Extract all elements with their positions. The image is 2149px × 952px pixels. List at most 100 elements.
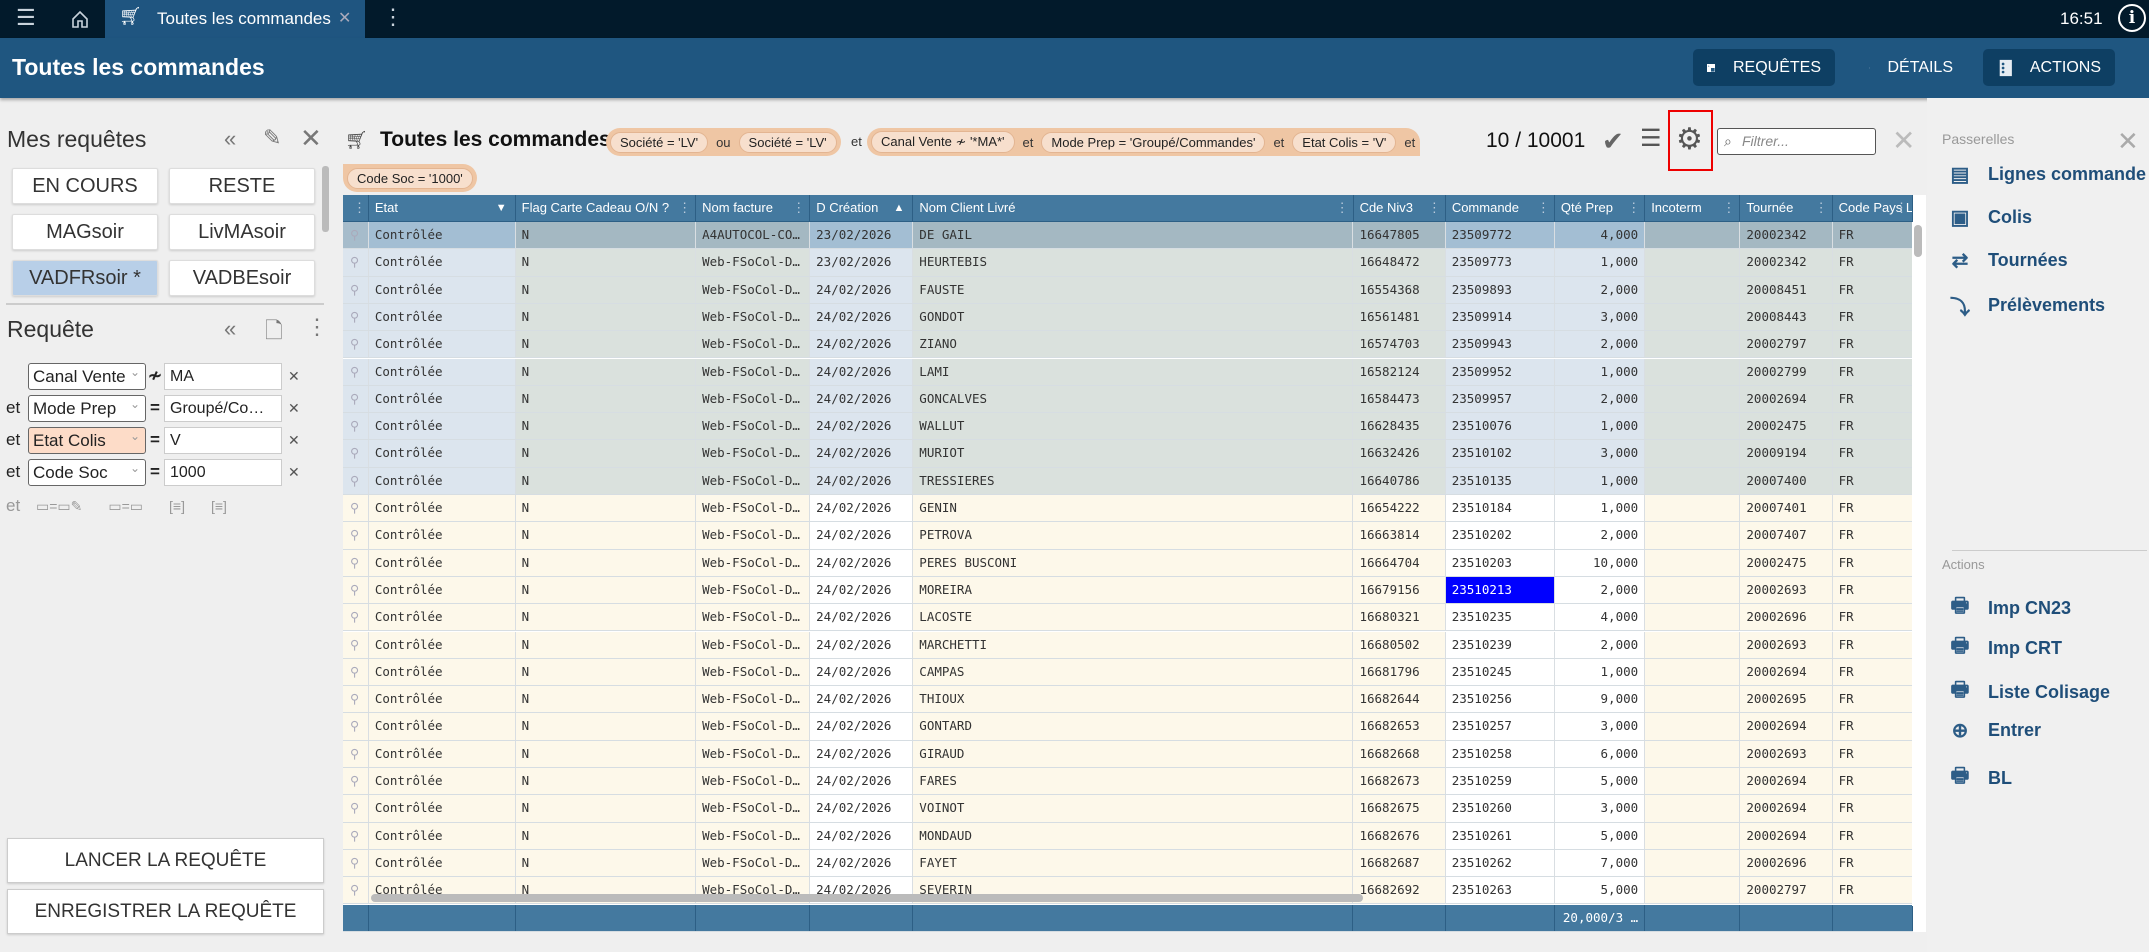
vertical-scroll-thumb[interactable] (1914, 225, 1922, 257)
filter-chip[interactable]: Canal Vente ≁ '*MA*' (871, 131, 1015, 153)
table-row[interactable]: ⚲ Contrôlée N Web-FSoCol-D… 24/02/2026 FAYET 1… (343, 849, 1913, 878)
home-icon[interactable] (70, 9, 90, 29)
criterion-operator[interactable]: = (146, 462, 164, 482)
table-row[interactable]: ⚲ Contrôlée N A4AUTOCOL-CO… 23/02/2026 DE GAI… (343, 222, 1913, 250)
column-options-icon[interactable]: ⋮ (1722, 195, 1735, 221)
pin-icon[interactable]: ⚲ (343, 358, 369, 385)
table-row[interactable]: ⚲ Contrôlée N Web-FSoCol-D… 24/02/2026 LACOST… (343, 604, 1913, 632)
add-criterion-value-icon[interactable]: ▭=▭✎ (36, 498, 82, 515)
add-criterion-field-icon[interactable]: ▭=▭ (108, 498, 143, 515)
saved-query-magsoir[interactable]: MAGsoir (12, 214, 158, 250)
filter-chip[interactable]: Société = 'LV' (610, 131, 709, 153)
table-row[interactable]: ⚲ Contrôlée N Web-FSoCol-D… 24/02/2026 MARCHE… (343, 631, 1913, 659)
more-options-icon[interactable]: ⋮ (306, 314, 328, 340)
criterion-field-select[interactable]: Code Soc (28, 456, 146, 486)
sort-desc-icon[interactable]: ▼ (496, 195, 507, 221)
table-row[interactable]: ⚲ Contrôlée N Web-FSoCol-D… 24/02/2026 LAMI 16… (343, 358, 1913, 386)
actions-button[interactable]: ACTIONS (1983, 49, 2115, 86)
edit-icon[interactable]: ✎ (263, 125, 281, 151)
close-icon[interactable]: ✕ (300, 123, 322, 154)
action-entrer[interactable]: ⊕ Entrer (1946, 718, 2041, 743)
table-row[interactable]: ⚲ Contrôlée N Web-FSoCol-D… 24/02/2026 GIRAUD… (343, 740, 1913, 768)
pin-icon[interactable]: ⚲ (343, 713, 369, 740)
pin-icon[interactable]: ⚲ (343, 604, 369, 631)
pin-icon[interactable]: ⚲ (343, 495, 369, 522)
table-row[interactable]: ⚲ Contrôlée N Web-FSoCol-D… 23/02/2026 HEURTE… (343, 249, 1913, 277)
criterion-operator[interactable]: = (146, 398, 164, 418)
saved-query-vadfrsoir[interactable]: VADFRsoir * (12, 260, 158, 296)
saved-query-en-cours[interactable]: EN COURS (12, 168, 158, 204)
filter-chip[interactable]: Société = 'LV' (738, 131, 837, 153)
column-header[interactable]: Flag Carte Cadeau O/N ? ⋮ (516, 195, 697, 221)
link-prelevements[interactable]: ⤵ Prélèvements (1946, 291, 2105, 320)
table-row[interactable]: ⚲ Contrôlée N Web-FSoCol-D… 24/02/2026 FARES 1… (343, 768, 1913, 796)
table-row[interactable]: ⚲ Contrôlée N Web-FSoCol-D… 24/02/2026 GONCAL… (343, 385, 1913, 414)
column-options-icon[interactable]: ⋮ (792, 195, 805, 221)
action-imp-cn23[interactable]: 🖶 Imp CN23 (1946, 591, 2071, 625)
pin-icon[interactable]: ⚲ (343, 795, 369, 822)
table-row[interactable]: ⚲ Contrôlée N Web-FSoCol-D… 24/02/2026 MURIOT… (343, 440, 1913, 468)
pin-icon[interactable]: ⚲ (343, 549, 369, 576)
clear-filter-icon[interactable]: ✕ (1892, 124, 1915, 157)
pin-icon[interactable]: ⚲ (343, 249, 369, 276)
vertical-scrollbar[interactable] (1912, 222, 1926, 906)
criterion-operator[interactable]: ≁ (146, 366, 164, 386)
table-row[interactable]: ⚲ Contrôlée N Web-FSoCol-D… 24/02/2026 TRESSI… (343, 467, 1913, 495)
pin-icon[interactable]: ⚲ (343, 822, 369, 849)
column-options-icon[interactable]: ⋮ (1428, 195, 1441, 221)
column-header[interactable]: Tournée ⋮ (1740, 195, 1833, 221)
criterion-value-input[interactable]: 1000 (164, 458, 282, 486)
criterion-value-select[interactable]: Groupé/Co… (164, 394, 282, 422)
pin-icon[interactable]: ⚲ (343, 385, 369, 413)
table-row[interactable]: ⚲ Contrôlée N Web-FSoCol-D… 24/02/2026 PETROV… (343, 522, 1913, 550)
pin-icon[interactable]: ⚲ (343, 849, 369, 877)
saved-queries-scrollbar[interactable] (322, 166, 329, 232)
column-header[interactable]: D Création ▲ (810, 195, 914, 221)
table-row[interactable]: ⚲ Contrôlée N Web-FSoCol-D… 24/02/2026 FAUSTE… (343, 276, 1913, 304)
pin-icon[interactable]: ⚲ (343, 467, 369, 494)
table-row[interactable]: ⚲ Contrôlée N Web-FSoCol-D… 24/02/2026 MONDAU… (343, 822, 1913, 850)
criterion-field-select[interactable]: Etat Colis (28, 424, 146, 454)
pin-icon[interactable]: ⚲ (343, 440, 369, 467)
remove-criterion-icon[interactable]: ✕ (288, 464, 300, 481)
details-button[interactable]: i DÉTAILS (1855, 49, 1967, 86)
select-all-check-icon[interactable]: ✔ (1602, 126, 1624, 157)
link-tournees[interactable]: ⇄ Tournées (1946, 248, 2068, 273)
table-row[interactable]: ⚲ Contrôlée N Web-FSoCol-D… 24/02/2026 MOREIR… (343, 576, 1913, 605)
column-header[interactable]: Commande ⋮ (1446, 195, 1555, 221)
kebab-menu-icon[interactable]: ⋮ (382, 4, 404, 30)
column-header[interactable]: Etat ▼ (369, 195, 516, 221)
menu-icon[interactable]: ☰ (16, 5, 36, 31)
close-panel-icon[interactable]: ✕ (2117, 126, 2139, 157)
launch-query-button[interactable]: LANCER LA REQUÊTE (7, 838, 324, 883)
filter-chip[interactable]: Mode Prep = 'Groupé/Commandes' (1041, 131, 1266, 153)
column-options-icon[interactable]: ⋮ (1895, 195, 1908, 221)
reply-all-icon[interactable]: « (224, 316, 236, 342)
pin-icon[interactable]: ⚲ (343, 303, 369, 331)
pin-icon[interactable]: ⚲ (343, 686, 369, 713)
column-options-icon[interactable]: ⋮ (343, 195, 369, 221)
filter-chip[interactable]: Etat Colis = 'V' (1292, 131, 1397, 153)
table-row[interactable]: ⚲ Contrôlée N Web-FSoCol-D… 24/02/2026 GENIN 1… (343, 495, 1913, 523)
horizontal-scroll-thumb[interactable] (371, 894, 1363, 902)
filter-input[interactable]: ⌕ Filtrer... (1717, 128, 1876, 155)
add-group-icon[interactable]: [≡] (169, 498, 185, 514)
remove-criterion-icon[interactable]: ✕ (288, 400, 300, 417)
close-tab-icon[interactable]: ✕ (338, 8, 351, 28)
info-icon[interactable]: i (2118, 4, 2146, 32)
column-header[interactable]: Nom Client Livré ⋮ (913, 195, 1354, 221)
column-header[interactable]: Code Pays Li ⋮ (1833, 195, 1914, 221)
column-header[interactable]: Qté Prep ⋮ (1555, 195, 1646, 221)
pin-icon[interactable]: ⚲ (343, 222, 369, 249)
criterion-field-select[interactable]: Mode Prep (28, 392, 146, 422)
criterion-value-input[interactable]: MA (164, 362, 282, 390)
filter-chip[interactable]: Code Soc = '1000' (347, 167, 473, 189)
table-row[interactable]: ⚲ Contrôlée N Web-FSoCol-D… 24/02/2026 GONTAR… (343, 713, 1913, 741)
column-options-icon[interactable]: ⋮ (1815, 195, 1828, 221)
pin-icon[interactable]: ⚲ (343, 413, 369, 440)
pin-icon[interactable]: ⚲ (343, 522, 369, 549)
pin-icon[interactable]: ⚲ (343, 576, 369, 604)
table-row[interactable]: ⚲ Contrôlée N Web-FSoCol-D… 24/02/2026 VOINOT… (343, 795, 1913, 823)
criterion-value-select[interactable]: V (164, 426, 282, 454)
pin-icon[interactable]: ⚲ (343, 768, 369, 795)
